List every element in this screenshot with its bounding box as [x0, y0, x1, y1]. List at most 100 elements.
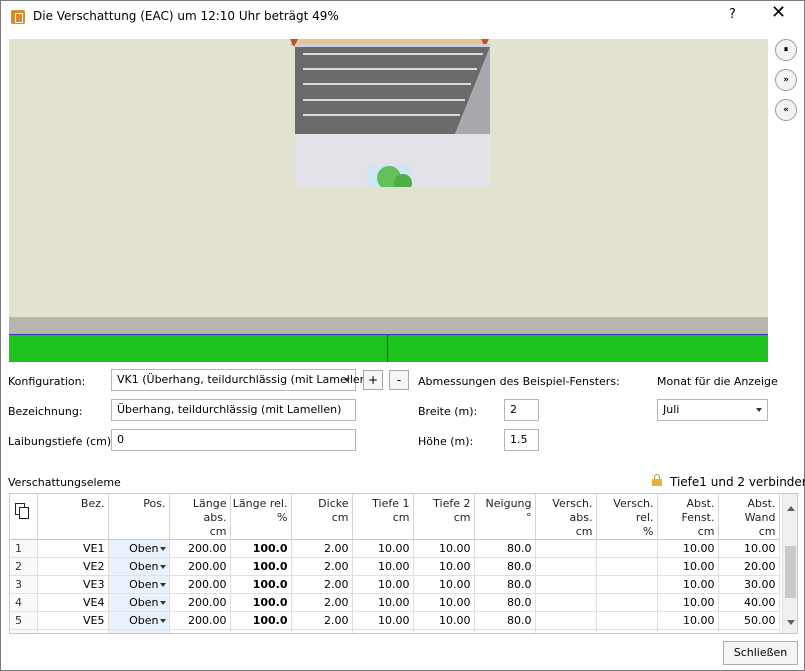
table-cell[interactable]: [474, 629, 536, 633]
table-cell[interactable]: 200.00: [169, 575, 231, 594]
table-row[interactable]: 2 VE2 Oben 200.00 100.0 2.00 10.00 10.00 80.0 10.…: [10, 557, 780, 576]
table-cell[interactable]: 20.00: [718, 557, 780, 576]
table-cell[interactable]: 2.00: [169, 629, 231, 633]
laibungstiefe-input[interactable]: 0: [111, 429, 356, 451]
table-cell[interactable]: 80.0: [474, 611, 536, 630]
table-cell[interactable]: 10.00: [291, 629, 353, 633]
column-header[interactable]: Versch. rel.%: [596, 494, 658, 540]
chevron-down-icon[interactable]: [159, 619, 166, 623]
table-cell[interactable]: [718, 629, 780, 633]
scroll-thumb[interactable]: [785, 546, 796, 598]
rewind-button[interactable]: «: [775, 99, 797, 121]
column-header[interactable]: Pos.: [108, 494, 170, 540]
column-header[interactable]: Bez.: [37, 494, 109, 540]
table-cell[interactable]: 10.00: [413, 557, 475, 576]
table-cell[interactable]: 50.00: [718, 611, 780, 630]
table-cell[interactable]: 10.00: [413, 611, 475, 630]
table-cell[interactable]: [535, 557, 597, 576]
table-cell[interactable]: 80.0: [474, 557, 536, 576]
table-cell[interactable]: 10.00: [352, 611, 414, 630]
table-cell[interactable]: 10.00: [657, 593, 719, 612]
table-cell[interactable]: 80.0: [474, 539, 536, 558]
table-cell[interactable]: 10.00: [352, 539, 414, 558]
table-cell[interactable]: 1.0: [230, 629, 292, 633]
table-cell[interactable]: [596, 593, 658, 612]
copy-icon[interactable]: [14, 503, 29, 519]
table-cell[interactable]: 200.00: [169, 539, 231, 558]
table-cell[interactable]: 30.00: [718, 575, 780, 594]
table-cell[interactable]: 200.00: [169, 593, 231, 612]
table-cell[interactable]: 2.00: [291, 575, 353, 594]
close-window-button[interactable]: ✕: [771, 4, 786, 22]
table-cell[interactable]: 10.00: [352, 593, 414, 612]
position-select[interactable]: Oben: [108, 593, 170, 612]
column-header[interactable]: Versch. abs. cm: [535, 494, 597, 540]
table-cell[interactable]: [596, 539, 658, 558]
table-cell[interactable]: 10.00: [657, 575, 719, 594]
table-cell[interactable]: 52.00: [352, 629, 414, 633]
table-cell[interactable]: VE5: [37, 611, 109, 630]
table-row[interactable]: 6 VE6 Oben 2.00 1.0 10.00 52.00 52.00 -100.00 -50…: [10, 629, 780, 633]
table-cell[interactable]: 2.00: [291, 557, 353, 576]
table-cell[interactable]: 10.00: [657, 557, 719, 576]
table-cell[interactable]: -100.00: [535, 629, 597, 633]
table-cell[interactable]: 100.0: [230, 575, 292, 594]
remove-config-button[interactable]: -: [389, 370, 409, 390]
table-cell[interactable]: 10.00: [413, 575, 475, 594]
table-cell[interactable]: 100.0: [230, 611, 292, 630]
column-header[interactable]: Tiefe 2 cm: [413, 494, 475, 540]
table-cell[interactable]: 40.00: [718, 593, 780, 612]
forward-button[interactable]: »: [775, 69, 797, 91]
table-cell[interactable]: [657, 629, 719, 633]
shading-3d-view[interactable]: [9, 39, 768, 317]
chevron-down-icon[interactable]: [159, 565, 166, 569]
table-cell[interactable]: 100.0: [230, 557, 292, 576]
table-cell[interactable]: 10.00: [413, 539, 475, 558]
table-cell[interactable]: 10.00: [352, 575, 414, 594]
add-config-button[interactable]: +: [363, 370, 383, 390]
table-cell[interactable]: 52.00: [413, 629, 475, 633]
pause-button[interactable]: ⏸: [775, 39, 797, 61]
table-cell[interactable]: -50.0: [596, 629, 658, 633]
table-row[interactable]: 1 VE1 Oben 200.00 100.0 2.00 10.00 10.00 80.0 10.…: [10, 539, 780, 558]
close-button[interactable]: Schließen: [723, 641, 798, 665]
position-select[interactable]: Oben: [108, 611, 170, 630]
column-header[interactable]: Dicke cm: [291, 494, 353, 540]
column-header[interactable]: Abst. Fenst. cm: [657, 494, 719, 540]
chevron-down-icon[interactable]: [159, 583, 166, 587]
table-cell[interactable]: 10.00: [657, 611, 719, 630]
table-cell[interactable]: [596, 575, 658, 594]
table-cell[interactable]: VE1: [37, 539, 109, 558]
hoehe-input[interactable]: 1.5: [504, 429, 539, 451]
copy-column-header[interactable]: [10, 494, 38, 540]
column-header[interactable]: Tiefe 1 cm: [352, 494, 414, 540]
table-cell[interactable]: [596, 611, 658, 630]
table-cell[interactable]: 10.00: [718, 539, 780, 558]
table-cell[interactable]: 2.00: [291, 593, 353, 612]
table-cell[interactable]: VE2: [37, 557, 109, 576]
table-cell[interactable]: 2.00: [291, 539, 353, 558]
position-select[interactable]: Oben: [108, 557, 170, 576]
column-header[interactable]: Länge abs. cm: [169, 494, 231, 540]
table-cell[interactable]: VE4: [37, 593, 109, 612]
table-cell[interactable]: 200.00: [169, 557, 231, 576]
breite-input[interactable]: 2: [504, 399, 539, 421]
position-select[interactable]: Oben: [108, 629, 170, 633]
table-row[interactable]: 3 VE3 Oben 200.00 100.0 2.00 10.00 10.00 80.0 10.…: [10, 575, 780, 594]
chevron-down-icon[interactable]: [159, 547, 166, 551]
table-cell[interactable]: [535, 575, 597, 594]
column-header[interactable]: Länge rel.%: [230, 494, 292, 540]
table-cell[interactable]: VE6: [37, 629, 109, 633]
table-cell[interactable]: 10.00: [413, 593, 475, 612]
monat-select[interactable]: Juli: [657, 399, 768, 421]
table-cell[interactable]: 200.00: [169, 611, 231, 630]
link-depths-toggle[interactable]: Tiefe1 und 2 verbinden: [670, 475, 805, 489]
table-cell[interactable]: 80.0: [474, 593, 536, 612]
table-cell[interactable]: 80.0: [474, 575, 536, 594]
table-cell[interactable]: 100.0: [230, 539, 292, 558]
table-cell[interactable]: 100.0: [230, 593, 292, 612]
scroll-up-icon[interactable]: [787, 506, 795, 511]
table-cell[interactable]: [535, 593, 597, 612]
vertical-scrollbar[interactable]: [782, 494, 797, 633]
table-row[interactable]: 4 VE4 Oben 200.00 100.0 2.00 10.00 10.00 80.0 10.…: [10, 593, 780, 612]
